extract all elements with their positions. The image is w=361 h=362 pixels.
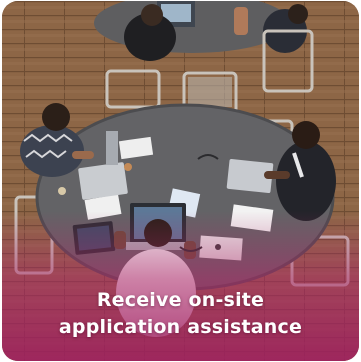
caption-line-2: application assistance xyxy=(58,316,303,338)
card-caption: Receive on-site application assistance xyxy=(2,287,359,341)
caption-line-1: Receive on-site xyxy=(96,289,265,311)
promo-card[interactable]: Receive on-site application assistance xyxy=(2,1,359,361)
